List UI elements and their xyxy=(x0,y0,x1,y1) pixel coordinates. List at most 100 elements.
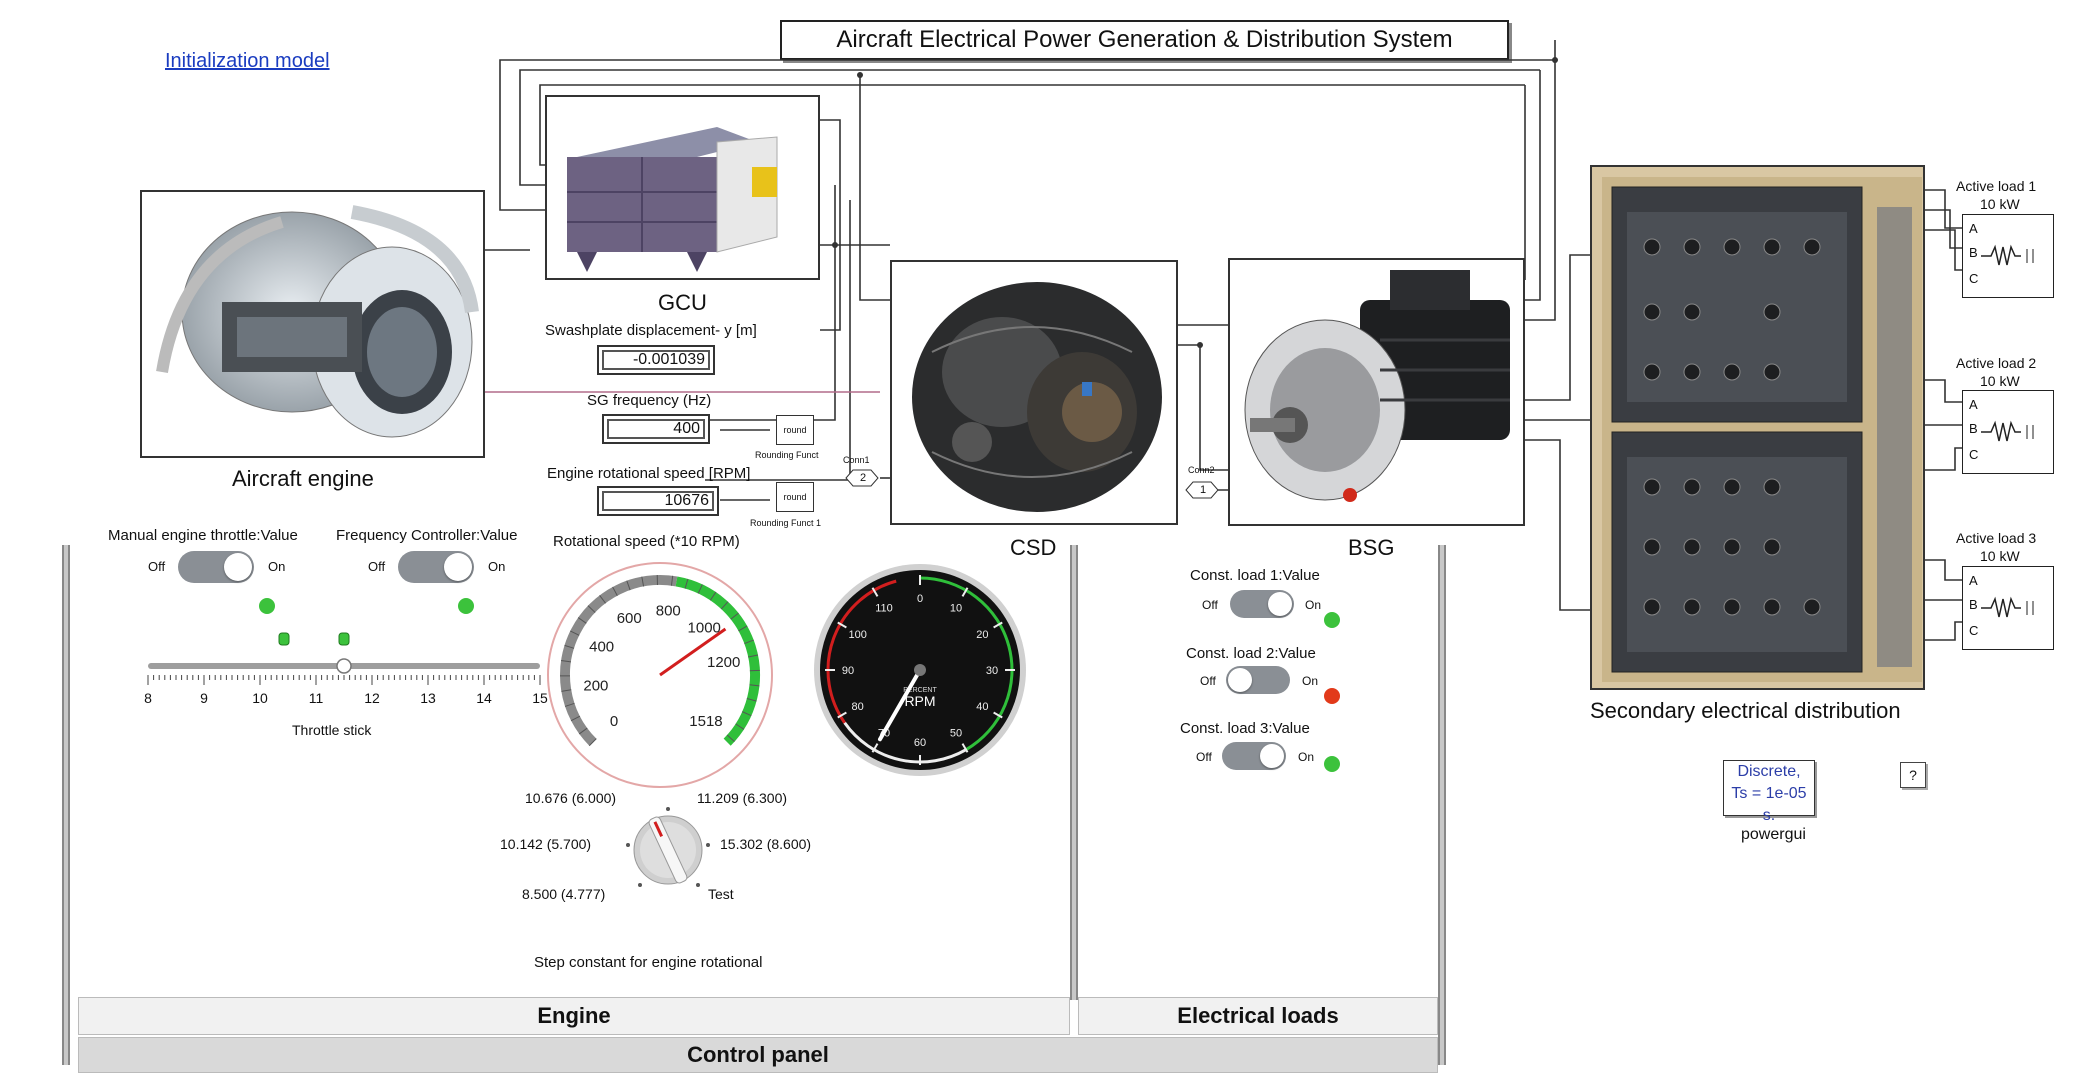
manual-throttle-off-label: Off xyxy=(148,559,166,574)
const-load-3-off-label: Off xyxy=(1196,750,1212,764)
active-load-3-label: Active load 3 xyxy=(1956,530,2037,546)
gauge-tick-label: 1518 xyxy=(689,713,722,730)
distribution-panel-illustration xyxy=(1602,177,1922,682)
active-load-2-block[interactable]: A B C xyxy=(1962,390,2054,474)
csd-block[interactable] xyxy=(890,260,1178,525)
const-load-2-on-label: On xyxy=(1302,674,1319,688)
rpm-tick-label: 0 xyxy=(917,593,923,605)
const-load-2-led xyxy=(1324,688,1340,704)
phase-b-port: B xyxy=(1969,245,1978,260)
bsg-label: BSG xyxy=(1348,535,1395,560)
const-load-2-label: Const. load 2:Value xyxy=(1186,645,1316,662)
powergui-sample-time: Ts = 1e-05 s. xyxy=(1731,785,1807,824)
knob-option-4[interactable]: 15.302 (8.600) xyxy=(720,836,811,852)
conn1-number: 2 xyxy=(860,472,867,484)
gauge-tick-label: 1200 xyxy=(707,654,740,671)
frequency-controller-led xyxy=(458,598,474,614)
engine-illustration xyxy=(156,205,479,438)
resistor-icon xyxy=(1981,596,2034,618)
toggle-knob xyxy=(1228,668,1252,692)
rpm-tick-label: 20 xyxy=(976,629,988,641)
throttle-stick-slider[interactable]: 8 9 10 11 12 13 14 15 xyxy=(140,625,550,715)
gcu-illustration xyxy=(567,127,778,272)
electrical-loads-panel-title: Electrical loads xyxy=(1078,997,1438,1035)
frequency-controller-toggle[interactable] xyxy=(398,551,474,583)
rpm-tick-label: 10 xyxy=(950,603,962,615)
control-panel-left-rail xyxy=(62,545,70,1065)
knob-option-5[interactable]: 8.500 (4.777) xyxy=(522,886,605,902)
slider-marker xyxy=(278,632,290,646)
phase-c-port: C xyxy=(1969,447,1979,462)
control-panel-right-rail xyxy=(1438,545,1446,1065)
rpm-tick-label: 40 xyxy=(976,701,988,713)
engine-panel-divider xyxy=(1070,545,1078,1000)
secondary-distribution-block[interactable] xyxy=(1590,165,1925,690)
rpm-tick-label: 60 xyxy=(914,737,926,749)
rotational-speed-gauge: 0 200 400600 800 1000 1200 1518 xyxy=(547,562,773,788)
knob-option-3[interactable]: 10.142 (5.700) xyxy=(500,836,591,852)
rpm-hub xyxy=(914,664,926,676)
engine-label: Aircraft engine xyxy=(232,466,374,491)
manual-throttle-led xyxy=(259,598,275,614)
conn2-number: 1 xyxy=(1200,484,1207,496)
slider-thumb-handle xyxy=(336,658,352,674)
active-load-1-block[interactable]: A B C xyxy=(1962,214,2054,298)
rounding-function-1-label: Rounding Funct 1 xyxy=(750,518,822,528)
resistor-icon xyxy=(1981,420,2034,442)
sg-frequency-display: 400 xyxy=(602,414,710,444)
engine-speed-label: Engine rotational speed [RPM] xyxy=(547,465,751,482)
const-load-1-led xyxy=(1324,612,1340,628)
sg-frequency-label: SG frequency (Hz) xyxy=(587,392,712,409)
active-load-2-label: Active load 2 xyxy=(1956,355,2037,371)
phase-b-port: B xyxy=(1969,421,1978,436)
slider-tick-label: 8 xyxy=(144,690,152,706)
manual-throttle-on-label: On xyxy=(268,559,286,574)
slider-ticks: 8 9 10 11 12 13 14 15 xyxy=(144,675,548,706)
powergui-mode: Discrete, xyxy=(1737,763,1801,780)
rpm-dial: 0102030405060708090100110PERCENTRPM xyxy=(814,564,1026,776)
bsg-block[interactable] xyxy=(1228,258,1525,526)
slider-tick-label: 14 xyxy=(476,690,492,706)
slider-tick-label: 10 xyxy=(252,690,268,706)
active-load-3-block[interactable]: A B C xyxy=(1962,566,2054,650)
const-load-3-led xyxy=(1324,756,1340,772)
conn1-label: Conn1 xyxy=(843,455,870,465)
rounding-function-block[interactable]: round xyxy=(776,415,814,445)
rounding-function-1-block[interactable]: round xyxy=(776,482,814,512)
frequency-controller-on-label: On xyxy=(488,559,506,574)
rotational-speed-gauge-label: Rotational speed (*10 RPM) xyxy=(553,533,740,550)
toggle-knob xyxy=(1260,744,1284,768)
const-load-2-toggle[interactable] xyxy=(1226,666,1290,694)
const-load-1-toggle[interactable] xyxy=(1230,590,1294,618)
toggle-knob xyxy=(224,553,252,581)
knob-option-1[interactable]: 10.676 (6.000) xyxy=(525,790,616,806)
phase-a-port: A xyxy=(1969,397,1978,412)
gauge-tick-label: 1000 xyxy=(688,619,721,636)
const-load-1-off-label: Off xyxy=(1202,598,1218,612)
gauge-tick-label: 400 xyxy=(589,638,614,655)
phase-a-port: A xyxy=(1969,221,1978,236)
manual-throttle-label: Manual engine throttle:Value xyxy=(108,527,298,544)
const-load-3-on-label: On xyxy=(1298,750,1315,764)
swash-label: Swashplate displacement- y [m] xyxy=(545,322,757,339)
const-load-3-toggle[interactable] xyxy=(1222,742,1286,770)
rpm-tick-label: 100 xyxy=(848,629,866,641)
rpm-unit-label: RPM xyxy=(904,693,935,709)
aircraft-engine-block[interactable] xyxy=(140,190,485,458)
rpm-tick-label: 90 xyxy=(842,665,854,677)
powergui-label: powergui xyxy=(1741,826,1806,843)
manual-throttle-toggle[interactable] xyxy=(178,551,254,583)
slider-tick-label: 13 xyxy=(420,690,436,706)
slider-tick-label: 11 xyxy=(309,690,324,706)
gauge-tick-label: 600 xyxy=(617,610,642,627)
step-constant-knob[interactable] xyxy=(618,805,718,905)
help-button[interactable]: ? xyxy=(1900,762,1926,788)
active-load-1-label: Active load 1 xyxy=(1956,178,2037,194)
step-constant-label: Step constant for engine rotational xyxy=(534,954,763,971)
powergui-block[interactable]: Discrete, Ts = 1e-05 s. xyxy=(1723,760,1815,824)
gcu-block[interactable] xyxy=(545,95,820,280)
toggle-knob xyxy=(1268,592,1292,616)
knob-option-2[interactable]: 11.209 (6.300) xyxy=(697,790,787,806)
conn2-label: Conn2 xyxy=(1188,465,1215,475)
slider-tick-label: 12 xyxy=(364,690,380,706)
